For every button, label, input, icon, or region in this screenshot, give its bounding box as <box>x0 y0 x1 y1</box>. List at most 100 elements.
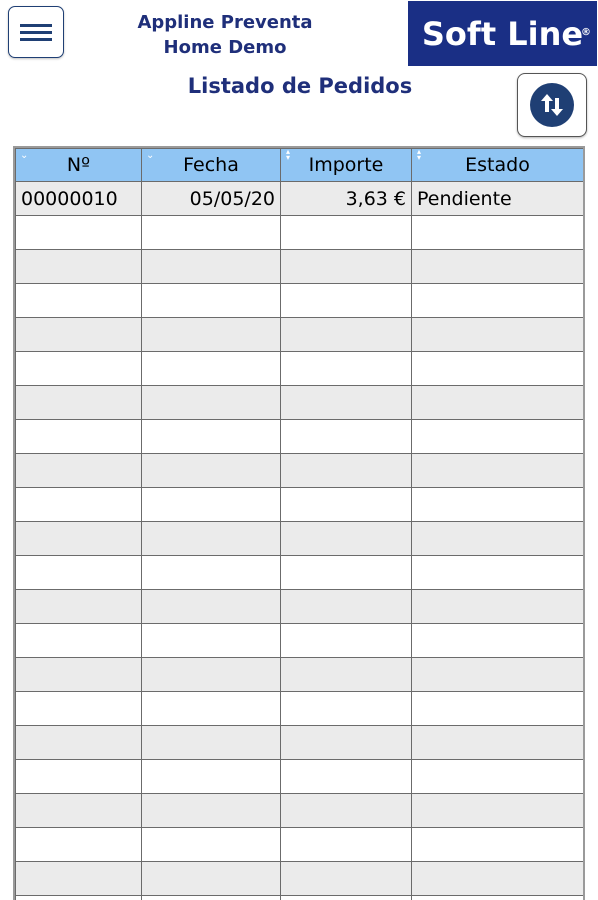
empty-cell <box>15 589 142 624</box>
order-number-cell: 00000010 <box>15 181 142 216</box>
empty-cell <box>15 419 142 454</box>
empty-cell <box>141 793 281 828</box>
empty-cell <box>280 385 412 420</box>
empty-table-row <box>15 283 583 318</box>
empty-table-row <box>15 385 583 420</box>
empty-cell <box>15 861 142 896</box>
empty-cell <box>141 453 281 488</box>
empty-table-row <box>15 351 583 386</box>
empty-table-row <box>15 521 583 556</box>
column-header-numero[interactable]: ⌄ Nº <box>15 148 142 182</box>
empty-cell <box>15 793 142 828</box>
empty-table-row <box>15 589 583 624</box>
empty-cell <box>15 487 142 522</box>
menu-button[interactable] <box>8 6 64 58</box>
empty-table-row <box>15 623 583 658</box>
column-header-fecha[interactable]: ⌄ Fecha <box>141 148 281 182</box>
empty-cell <box>15 657 142 692</box>
empty-cell <box>141 589 281 624</box>
empty-cell <box>411 317 583 352</box>
empty-cell <box>280 521 412 556</box>
empty-table-row <box>15 827 583 862</box>
empty-cell <box>280 351 412 386</box>
empty-cell <box>411 691 583 726</box>
table-row[interactable]: 00000010 05/05/20 3,63 € Pendiente <box>15 181 583 216</box>
empty-cell <box>411 725 583 760</box>
sortable-icon: ▴ ▾ <box>417 147 422 162</box>
empty-cell <box>280 249 412 284</box>
empty-table-row <box>15 487 583 522</box>
empty-cell <box>15 759 142 794</box>
empty-table-row <box>15 453 583 488</box>
empty-cell <box>411 657 583 692</box>
empty-cell <box>15 215 142 250</box>
logo-registered-mark: ® <box>581 27 591 38</box>
empty-table-row <box>15 691 583 726</box>
empty-cell <box>141 657 281 692</box>
empty-cell <box>15 555 142 590</box>
empty-cell <box>280 589 412 624</box>
sort-button[interactable] <box>517 73 587 137</box>
empty-cell <box>411 419 583 454</box>
empty-cell <box>411 283 583 318</box>
softline-logo: Soft Line ® <box>408 1 597 66</box>
empty-cell <box>280 895 412 900</box>
empty-cell <box>141 215 281 250</box>
empty-cell <box>280 419 412 454</box>
empty-cell <box>280 453 412 488</box>
empty-table-row <box>15 895 583 900</box>
column-header-estado[interactable]: ▴ ▾ Estado <box>411 147 583 182</box>
empty-cell <box>141 385 281 420</box>
empty-cell <box>411 793 583 828</box>
empty-cell <box>141 895 281 900</box>
empty-table-row <box>15 419 583 454</box>
empty-cell <box>141 487 281 522</box>
empty-cell <box>15 249 142 284</box>
empty-table-row <box>15 249 583 284</box>
empty-table-row <box>15 725 583 760</box>
empty-cell <box>411 895 583 900</box>
empty-cell <box>411 589 583 624</box>
empty-cell <box>280 623 412 658</box>
empty-cell <box>15 827 142 862</box>
empty-cell <box>411 453 583 488</box>
empty-cell <box>411 759 583 794</box>
empty-cell <box>15 521 142 556</box>
empty-cell <box>280 283 412 318</box>
empty-table-row <box>15 861 583 896</box>
sort-arrows-icon <box>530 83 574 127</box>
empty-cell <box>141 827 281 862</box>
empty-cell <box>280 759 412 794</box>
empty-cell <box>141 351 281 386</box>
empty-cell <box>411 555 583 590</box>
orders-table: ⌄ Nº ⌄ Fecha ▴ ▾ Importe ▴ ▾ Estado 0000… <box>13 146 585 900</box>
empty-cell <box>141 521 281 556</box>
empty-table-row <box>15 759 583 794</box>
empty-cell <box>15 623 142 658</box>
empty-cell <box>280 487 412 522</box>
page-title: Listado de Pedidos <box>187 74 413 98</box>
empty-cell <box>141 691 281 726</box>
order-amount-cell: 3,63 € <box>280 181 412 216</box>
sortable-icon: ▴ ▾ <box>286 147 291 162</box>
order-status-cell: Pendiente <box>411 181 583 216</box>
empty-cell <box>411 623 583 658</box>
empty-table-row <box>15 657 583 692</box>
empty-cell <box>411 521 583 556</box>
empty-cell <box>15 351 142 386</box>
empty-cell <box>141 623 281 658</box>
empty-cell <box>411 249 583 284</box>
empty-cell <box>141 283 281 318</box>
empty-cell <box>141 861 281 896</box>
column-header-importe[interactable]: ▴ ▾ Importe <box>280 147 412 182</box>
order-date-cell: 05/05/20 <box>141 181 281 216</box>
empty-cell <box>280 317 412 352</box>
empty-cell <box>141 317 281 352</box>
empty-cell <box>141 725 281 760</box>
empty-table-row <box>15 555 583 590</box>
empty-cell <box>141 249 281 284</box>
hamburger-icon <box>20 23 52 27</box>
empty-cell <box>141 759 281 794</box>
empty-cell <box>15 453 142 488</box>
empty-cell <box>411 215 583 250</box>
